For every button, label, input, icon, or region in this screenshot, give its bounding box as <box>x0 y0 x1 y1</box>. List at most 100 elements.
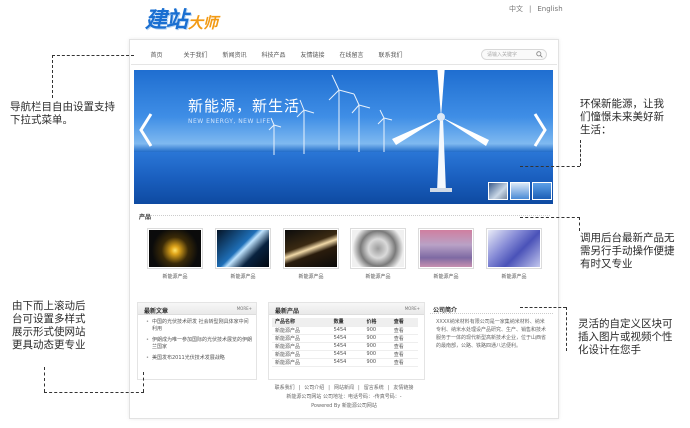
annotation-products-line-h <box>520 217 580 218</box>
footer-links: 联系我们 | 公司介绍 | 网站新闻 | 留言系统 | 友情链接 <box>131 384 557 393</box>
search-icon[interactable] <box>536 51 543 58</box>
product-card[interactable]: 新能源产品 <box>350 228 406 280</box>
table-row: 新能源产品 5454 900 查看 <box>272 334 418 343</box>
view-link[interactable]: 查看 <box>390 326 418 335</box>
column-header: 数量 <box>330 318 364 327</box>
product-image[interactable] <box>350 228 406 269</box>
quantity-cell: 5454 <box>330 334 364 343</box>
product-name[interactable]: 新能源产品 <box>486 273 542 280</box>
nav-item-news[interactable]: 新闻资讯 <box>215 50 254 59</box>
product-name[interactable]: 新能源产品 <box>350 273 406 280</box>
product-name-cell[interactable]: 新能源产品 <box>272 350 331 359</box>
product-name-cell[interactable]: 新能源产品 <box>272 342 331 351</box>
banner-thumb-1[interactable] <box>488 182 508 200</box>
news-panel: 最新文章 MORE+ 中国的光伏技术研发 社会转型刚具体家中间利用 伊朗成为唯一… <box>137 302 257 380</box>
banner-thumb-3[interactable] <box>532 182 552 200</box>
lang-en-link[interactable]: English <box>537 5 562 13</box>
product-image[interactable] <box>147 228 203 269</box>
column-header: 价格 <box>363 318 391 327</box>
nav-item-links[interactable]: 友情链接 <box>293 50 332 59</box>
footer-link-news[interactable]: 网站新闻 <box>334 385 354 391</box>
company-panel-title: 公司简介 <box>433 307 458 314</box>
annotation-nav-line-v <box>52 55 53 98</box>
quantity-cell: 5454 <box>330 358 364 367</box>
language-switcher: 中文 | English <box>506 4 566 14</box>
product-image[interactable] <box>486 228 542 269</box>
product-image[interactable] <box>215 228 271 269</box>
company-panel: 公司简介 XXXX纳米材料有限公司是一家集纳米材料、纳米专利、纳米水处理设产品研… <box>430 302 553 380</box>
nav-item-products[interactable]: 科技产品 <box>254 50 293 59</box>
product-name-cell[interactable]: 新能源产品 <box>272 334 331 343</box>
news-panel-title: 最新文章 <box>144 308 169 315</box>
footer-link-friends[interactable]: 友情链接 <box>393 385 413 391</box>
nav-item-about[interactable]: 关于我们 <box>176 50 215 59</box>
product-name[interactable]: 新能源产品 <box>283 273 339 280</box>
product-image[interactable] <box>418 228 474 269</box>
annotation-banner: 环保新能源，让我们憧憬未来美好新生活： <box>580 98 664 136</box>
product-name[interactable]: 新能源产品 <box>147 273 203 280</box>
nav-item-home[interactable]: 首页 <box>137 50 176 59</box>
view-link[interactable]: 查看 <box>390 358 418 367</box>
annotation-custom-line-v <box>566 307 567 351</box>
price-cell: 900 <box>363 350 391 359</box>
nav-item-contact[interactable]: 联系我们 <box>371 50 410 59</box>
product-card[interactable]: 新能源产品 <box>147 228 203 280</box>
annotation-banner-line-v <box>580 140 581 166</box>
annotation-nav-line-h <box>52 55 134 56</box>
product-name-cell[interactable]: 新能源产品 <box>272 358 331 367</box>
table-row: 新能源产品 5454 900 查看 <box>272 350 418 359</box>
view-link[interactable]: 查看 <box>390 350 418 359</box>
column-header: 查看 <box>390 318 418 327</box>
footer-separator: | <box>328 385 330 391</box>
banner-title: 新能源，新生活 <box>188 97 301 115</box>
footer-link-guestbook[interactable]: 留言系统 <box>364 385 384 391</box>
view-link[interactable]: 查看 <box>390 342 418 351</box>
view-link[interactable]: 查看 <box>390 334 418 343</box>
logo-text-main: 建站 <box>145 8 188 33</box>
banner-subtitle: NEW ENERGY, NEW LIFE <box>188 118 271 125</box>
annotation-custom: 灵活的自定义区块可插入图片或视频个性化设计在您手 <box>578 318 673 356</box>
table-header-row: 产品名称 数量 价格 查看 <box>272 318 418 327</box>
footer-link-contact[interactable]: 联系我们 <box>275 385 295 391</box>
annotation-scroll-line-v2 <box>143 372 144 392</box>
company-intro-text: XXXX纳米材料有限公司是一家集纳米材料、纳米专利、纳米水处理设产品研究、生产、… <box>436 319 547 349</box>
product-name[interactable]: 新能源产品 <box>418 273 474 280</box>
product-card[interactable]: 新能源产品 <box>283 228 339 280</box>
news-item[interactable]: 伊朗成为唯一参加国际的光伏技术展览的伊朗兰国家 <box>146 337 252 351</box>
price-cell: 900 <box>363 334 391 343</box>
search-input[interactable]: 请输入关键字 <box>481 49 547 60</box>
products-divider <box>150 215 550 216</box>
news-item[interactable]: 中国的光伏技术研发 社会转型刚具体家中间利用 <box>146 319 252 333</box>
annotation-products-line-v <box>579 217 580 231</box>
price-cell: 900 <box>363 326 391 335</box>
product-name[interactable]: 新能源产品 <box>215 273 271 280</box>
products-section-title: 产品 <box>139 214 152 221</box>
main-nav: 首页 关于我们 新闻资讯 科技产品 友情链接 在线留言 联系我们 请输入关键字 <box>131 45 557 65</box>
latest-products-header: 最新产品 MORE+ <box>269 303 424 315</box>
footer-separator: | <box>358 385 360 391</box>
lang-zh-link[interactable]: 中文 <box>509 5 523 13</box>
footer: 联系我们 | 公司介绍 | 网站新闻 | 留言系统 | 友情链接 新能源公司网站 公司地址：电话… <box>131 384 557 411</box>
product-name-cell[interactable]: 新能源产品 <box>272 326 331 335</box>
site-logo[interactable]: 建站 大师 <box>145 6 218 34</box>
product-card[interactable]: 新能源产品 <box>486 228 542 280</box>
banner-next-arrow-icon[interactable] <box>532 110 548 150</box>
footer-link-about[interactable]: 公司介绍 <box>304 385 324 391</box>
banner-prev-arrow-icon[interactable] <box>138 110 154 150</box>
column-header: 产品名称 <box>272 318 331 327</box>
annotation-scroll: 由下而上滚动后台可设置多样式展示形式使网站更具动态更专业 <box>12 300 86 351</box>
news-item[interactable]: 美国发布2011光伏技术发展战略 <box>146 355 252 362</box>
banner-thumbnails <box>488 182 552 200</box>
product-card[interactable]: 新能源产品 <box>215 228 271 280</box>
news-more-link[interactable]: MORE+ <box>237 306 252 311</box>
search-placeholder: 请输入关键字 <box>487 52 518 58</box>
quantity-cell: 5454 <box>330 350 364 359</box>
quantity-cell: 5454 <box>330 342 364 351</box>
latest-products-more-link[interactable]: MORE+ <box>405 306 420 311</box>
product-card[interactable]: 新能源产品 <box>418 228 474 280</box>
banner-thumb-2[interactable] <box>510 182 530 200</box>
nav-item-guestbook[interactable]: 在线留言 <box>332 50 371 59</box>
logo-text-sub: 大师 <box>188 14 219 32</box>
product-image[interactable] <box>283 228 339 269</box>
annotation-products: 调用后台最新产品无需另行手动操作便捷有时又专业 <box>580 232 675 270</box>
